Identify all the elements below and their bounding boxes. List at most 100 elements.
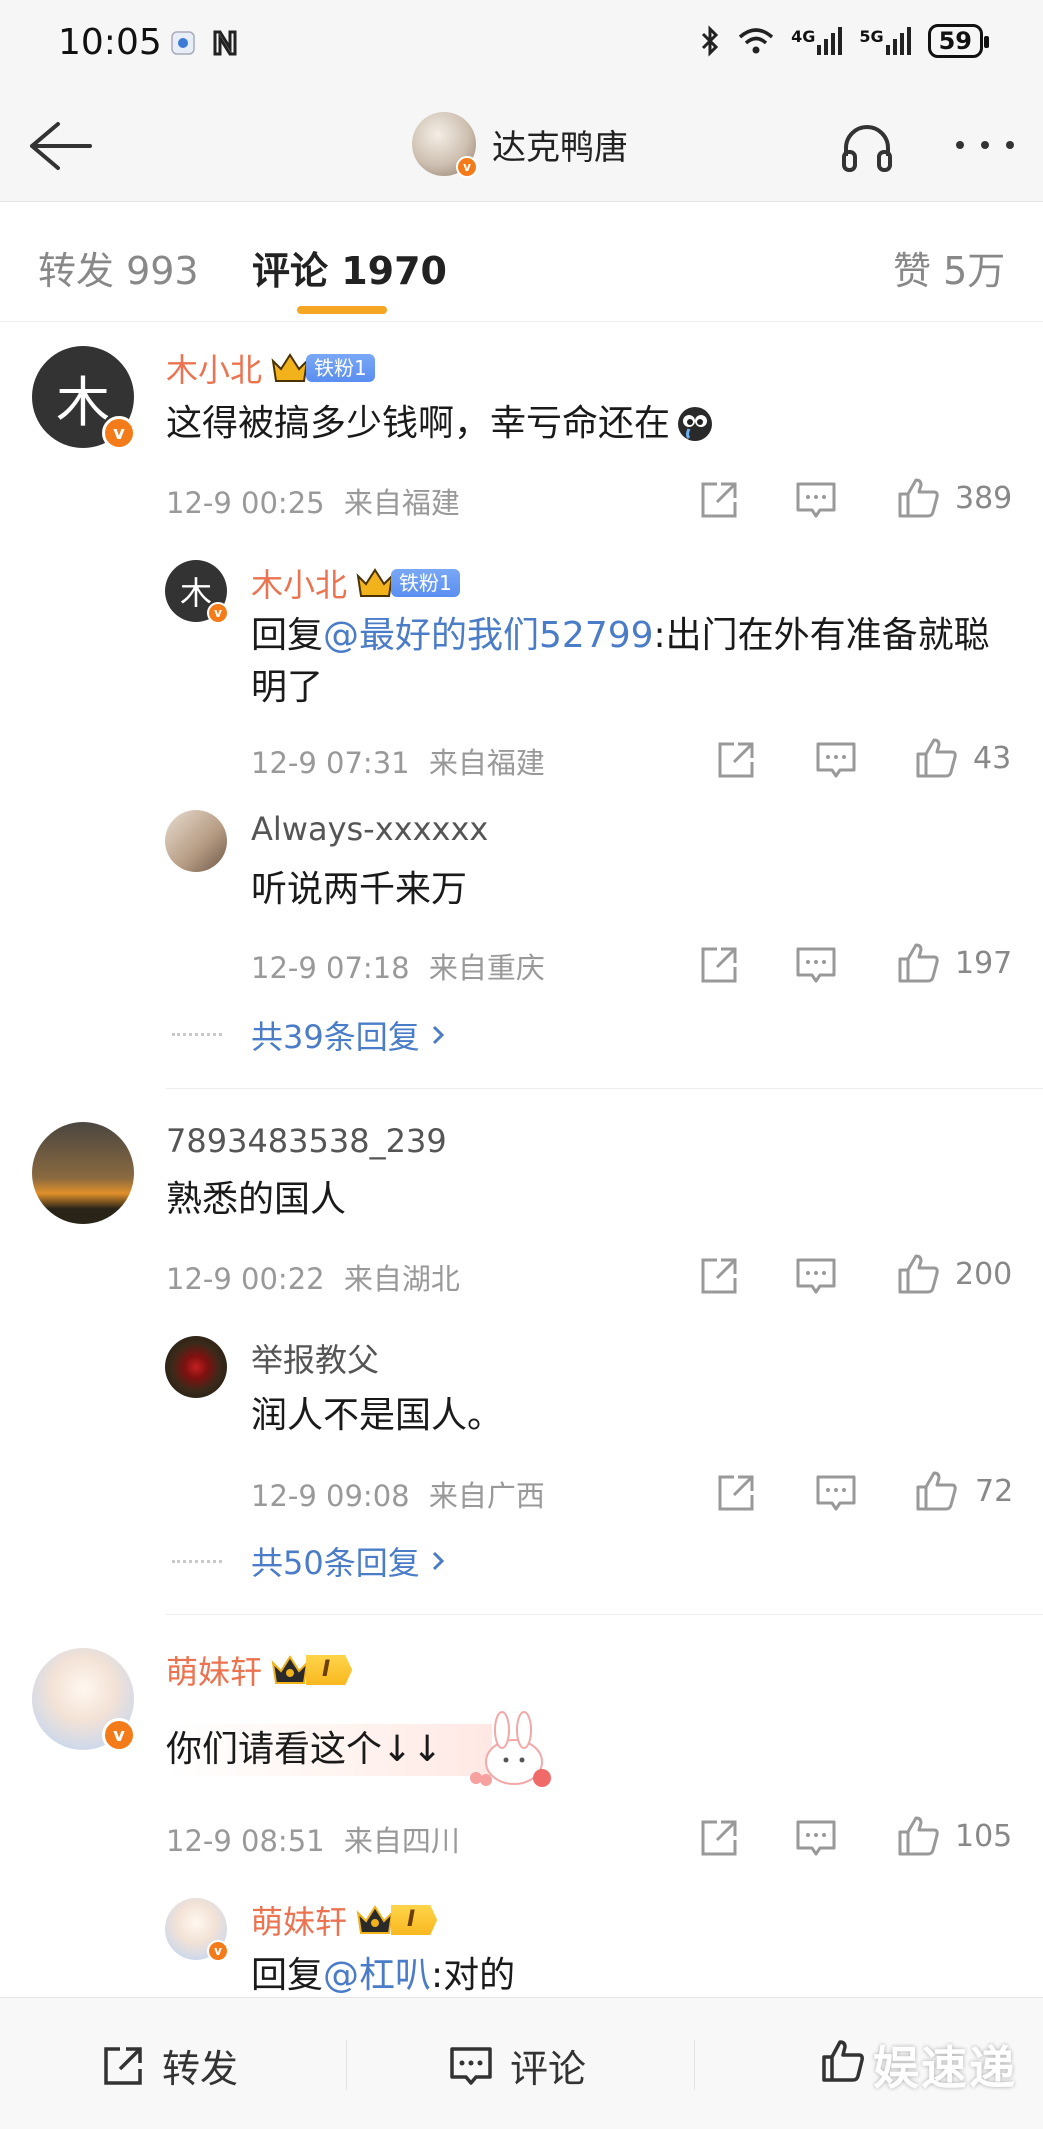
comment-icon[interactable] <box>814 738 858 782</box>
comment-text-body: 你们请看这个↓↓ <box>166 1724 493 1776</box>
comment-time: 12-9 07:18 <box>251 951 410 985</box>
reply-username[interactable]: 木小北 铁粉1 <box>251 560 460 606</box>
dotted-separator <box>172 1033 222 1036</box>
share-icon[interactable] <box>697 1254 741 1298</box>
network-4g-label: 4G <box>791 27 816 46</box>
share-icon[interactable] <box>714 1471 758 1515</box>
avatar[interactable]: v <box>165 1898 229 1962</box>
comment-time: 12-9 00:22 <box>166 1262 325 1296</box>
crown-icon <box>271 1655 309 1684</box>
comment-username[interactable]: 7893483538_239 <box>166 1122 447 1160</box>
comment-time: 12-9 00:25 <box>166 486 325 520</box>
avatar[interactable]: 木 v <box>32 346 136 450</box>
back-arrow-icon[interactable] <box>24 116 94 176</box>
mention-link[interactable]: @杠叭 <box>323 1955 431 1996</box>
more-replies-text: 共50条回复 <box>251 1544 420 1582</box>
reply-username[interactable]: 萌妹轩 I <box>251 1897 438 1943</box>
headphone-icon[interactable] <box>838 118 896 176</box>
comment-meta: 12-9 00:22 来自湖北 <box>166 1256 460 1298</box>
dotted-separator <box>172 1560 222 1563</box>
username-text: 萌妹轩 <box>251 1903 348 1941</box>
network-5g-label: 5G <box>859 27 884 46</box>
comment-icon[interactable] <box>794 478 838 522</box>
comment-text: 熟悉的国人 <box>166 1179 347 1220</box>
verified-badge-icon: v <box>102 416 136 450</box>
verified-badge-icon: v <box>207 602 229 624</box>
nfc-icon <box>213 30 237 56</box>
level-tag: I <box>306 1655 353 1685</box>
like-icon[interactable] <box>914 1469 958 1513</box>
watermark: 娱速递 <box>873 2041 1017 2095</box>
avatar[interactable]: v <box>32 1648 136 1752</box>
comment-divider <box>166 1088 1043 1089</box>
reply-meta: 12-9 07:31 来自福建 <box>251 740 545 782</box>
mention-link[interactable]: @最好的我们52799 <box>323 615 654 656</box>
like-icon[interactable] <box>896 1814 940 1858</box>
avatar[interactable] <box>32 1122 134 1224</box>
username-text: 举报教父 <box>251 1341 380 1379</box>
reply-username[interactable]: Always-xxxxxx <box>251 810 488 848</box>
reply-username[interactable]: 举报教父 <box>251 1335 379 1381</box>
more-replies-link[interactable]: 共39条回复 <box>251 1012 446 1058</box>
comment-label: 评论 <box>510 2047 587 2091</box>
status-right-icons: 4G 5G 59 <box>699 24 990 58</box>
like-icon <box>822 2040 864 2082</box>
comment-username[interactable]: 萌妹轩 I <box>166 1647 353 1693</box>
wifi-icon <box>738 28 774 54</box>
level-badge[interactable]: I <box>270 1653 353 1687</box>
comment-icon[interactable] <box>794 1254 838 1298</box>
username-text: 木小北 <box>251 566 348 604</box>
username-text: 木小北 <box>166 351 263 389</box>
chevron-right-icon <box>432 1551 444 1571</box>
bluetooth-icon <box>702 25 719 57</box>
like-icon[interactable] <box>896 941 940 985</box>
comment-username[interactable]: 木小北 铁粉1 <box>166 345 375 391</box>
signal-bars-icon <box>885 27 911 55</box>
comment-time: 12-9 09:08 <box>251 1479 410 1513</box>
like-count: 200 <box>955 1257 1013 1292</box>
like-count: 197 <box>955 946 1013 981</box>
repost-label: 转发 <box>162 2047 239 2091</box>
share-icon[interactable] <box>697 943 741 987</box>
level-badge[interactable]: I <box>355 1903 438 1937</box>
tab-repost[interactable]: 转发 993 <box>38 240 199 295</box>
app-notification-icon <box>171 31 195 55</box>
share-icon[interactable] <box>714 738 758 782</box>
bunny-sticker-icon <box>470 1711 552 1787</box>
comment-location: 来自四川 <box>343 1824 460 1858</box>
like-icon[interactable] <box>896 1252 940 1296</box>
like-icon[interactable] <box>896 476 940 520</box>
comment-location: 来自福建 <box>428 746 545 780</box>
fan-badge[interactable]: 铁粉1 <box>270 351 375 385</box>
nav-title: 达克鸭唐 <box>492 127 628 168</box>
comment-button[interactable]: 评论 <box>448 2038 586 2093</box>
tab-likes[interactable]: 赞 5万 <box>893 240 1005 295</box>
battery-indicator: 59 <box>927 24 990 58</box>
avatar[interactable]: 木 v <box>165 560 229 624</box>
tab-comments[interactable]: 评论 1970 <box>252 240 447 295</box>
status-time: 10:05 <box>58 22 162 63</box>
comment-divider <box>166 1614 1043 1615</box>
avatar[interactable] <box>165 1336 227 1398</box>
comment-icon[interactable] <box>794 1816 838 1860</box>
fan-badge[interactable]: 铁粉1 <box>355 566 460 600</box>
chevron-right-icon <box>432 1025 444 1045</box>
more-replies-link[interactable]: 共50条回复 <box>251 1538 446 1584</box>
comment-meta: 12-9 08:51 来自四川 <box>166 1818 460 1860</box>
comment-icon[interactable] <box>814 1471 858 1515</box>
nav-user[interactable]: v 达克鸭唐 <box>412 112 628 178</box>
bar-separator <box>346 2040 347 2090</box>
like-count: 389 <box>955 481 1013 516</box>
more-replies-text: 共39条回复 <box>251 1018 420 1056</box>
more-options-icon[interactable] <box>950 130 1020 160</box>
share-icon[interactable] <box>697 1816 741 1860</box>
repost-button[interactable]: 转发 <box>100 2038 238 2093</box>
like-button[interactable] <box>820 2038 866 2084</box>
avatar[interactable] <box>165 810 227 872</box>
like-icon[interactable] <box>914 736 958 780</box>
nav-avatar[interactable]: v <box>412 112 478 178</box>
like-count: 72 <box>975 1474 1014 1509</box>
share-icon[interactable] <box>697 478 741 522</box>
comment-icon[interactable] <box>794 943 838 987</box>
reply-prefix: 回复 <box>251 1955 324 1996</box>
